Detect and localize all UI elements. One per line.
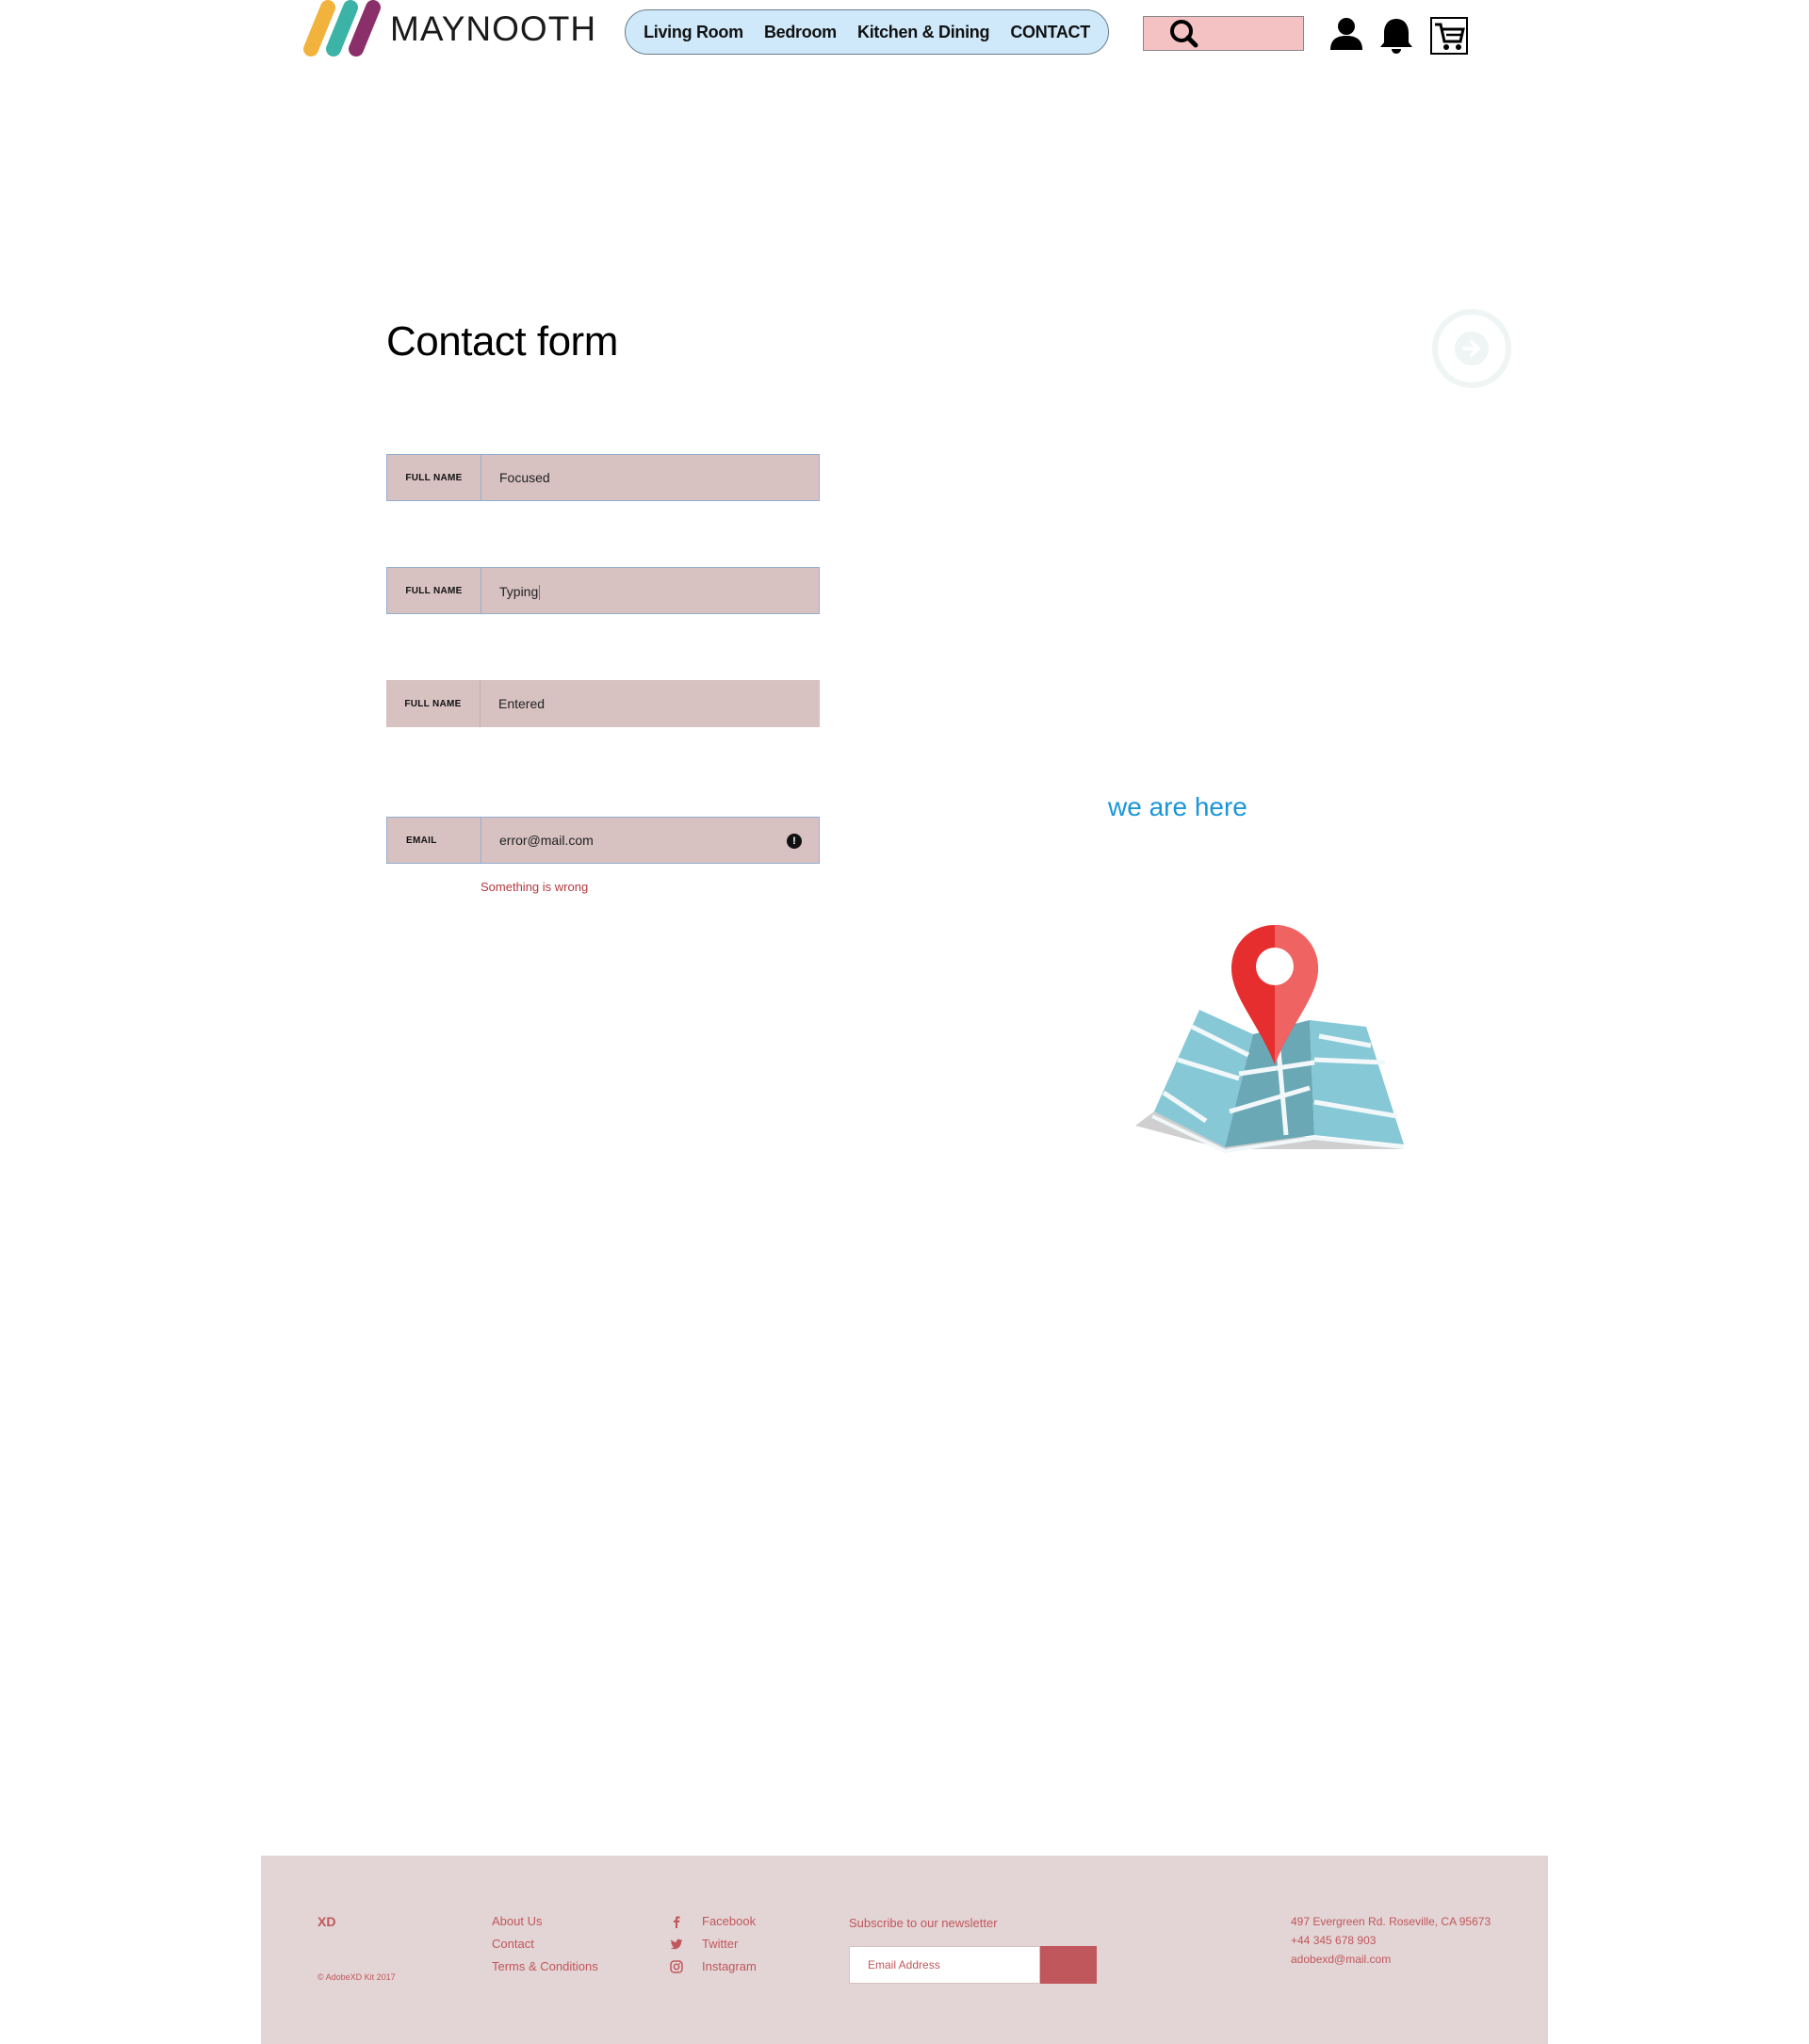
newsletter-title: Subscribe to our newsletter bbox=[849, 1916, 998, 1930]
footer-email[interactable]: adobexd@mail.com bbox=[1291, 1953, 1391, 1966]
twitter-icon[interactable] bbox=[670, 1938, 683, 1951]
bell-icon[interactable] bbox=[1378, 16, 1414, 54]
footer-copyright: © AdobeXD Kit 2017 bbox=[318, 1972, 396, 1982]
footer: XD © AdobeXD Kit 2017 About Us Contact T… bbox=[261, 1856, 1548, 2044]
page-title: Contact form bbox=[386, 318, 618, 365]
footer-link-about[interactable]: About Us bbox=[492, 1914, 542, 1928]
newsletter-submit-button[interactable] bbox=[1040, 1946, 1097, 1984]
search-input[interactable] bbox=[1143, 16, 1304, 51]
footer-phone: +44 345 678 903 bbox=[1291, 1934, 1377, 1947]
facebook-icon[interactable] bbox=[670, 1915, 683, 1928]
nav-contact[interactable]: CONTACT bbox=[1010, 23, 1090, 42]
user-icon[interactable] bbox=[1328, 16, 1364, 52]
footer-facebook-link[interactable]: Facebook bbox=[702, 1914, 756, 1928]
search-icon[interactable] bbox=[1165, 16, 1202, 51]
field-label: FULL NAME bbox=[386, 680, 481, 727]
full-name-field-typing[interactable]: FULL NAME Typing bbox=[386, 567, 820, 614]
footer-brand: XD bbox=[318, 1914, 336, 1929]
typing-text: Typing bbox=[499, 584, 539, 599]
footer-instagram-link[interactable]: Instagram bbox=[702, 1959, 757, 1973]
cart-icon[interactable] bbox=[1430, 17, 1468, 55]
nav-kitchen-dining[interactable]: Kitchen & Dining bbox=[857, 23, 990, 42]
instagram-icon[interactable] bbox=[670, 1960, 683, 1973]
location-heading: we are here bbox=[1108, 792, 1247, 821]
error-message: Something is wrong bbox=[481, 880, 589, 894]
field-label: EMAIL bbox=[387, 818, 481, 863]
full-name-input[interactable] bbox=[481, 680, 820, 727]
nav-bedroom[interactable]: Bedroom bbox=[764, 23, 837, 42]
map-pin-icon[interactable] bbox=[1135, 923, 1404, 1154]
full-name-typing-text[interactable]: Typing bbox=[499, 584, 541, 601]
circle-arrow-icon[interactable] bbox=[1430, 307, 1513, 390]
nav-living-room[interactable]: Living Room bbox=[644, 23, 743, 42]
email-field-error[interactable]: EMAIL ! bbox=[386, 817, 820, 864]
newsletter-email-input[interactable] bbox=[849, 1946, 1040, 1984]
footer-link-contact[interactable]: Contact bbox=[492, 1937, 534, 1951]
full-name-field-entered[interactable]: FULL NAME bbox=[386, 680, 820, 727]
error-icon: ! bbox=[787, 834, 802, 849]
brand-name[interactable]: MAYNOOTH bbox=[390, 9, 596, 49]
field-label: FULL NAME bbox=[387, 455, 481, 500]
footer-address: 497 Evergreen Rd. Roseville, CA 95673 bbox=[1291, 1915, 1491, 1928]
full-name-field-focused[interactable]: FULL NAME bbox=[386, 454, 820, 501]
footer-link-terms[interactable]: Terms & Conditions bbox=[492, 1959, 598, 1973]
email-input[interactable] bbox=[481, 818, 819, 863]
brand-logo-icon[interactable] bbox=[300, 0, 384, 57]
full-name-input[interactable] bbox=[481, 455, 819, 500]
text-caret bbox=[539, 585, 541, 601]
field-label: FULL NAME bbox=[387, 568, 481, 613]
main-nav: Living Room Bedroom Kitchen & Dining CON… bbox=[625, 9, 1109, 55]
footer-twitter-link[interactable]: Twitter bbox=[702, 1937, 738, 1951]
